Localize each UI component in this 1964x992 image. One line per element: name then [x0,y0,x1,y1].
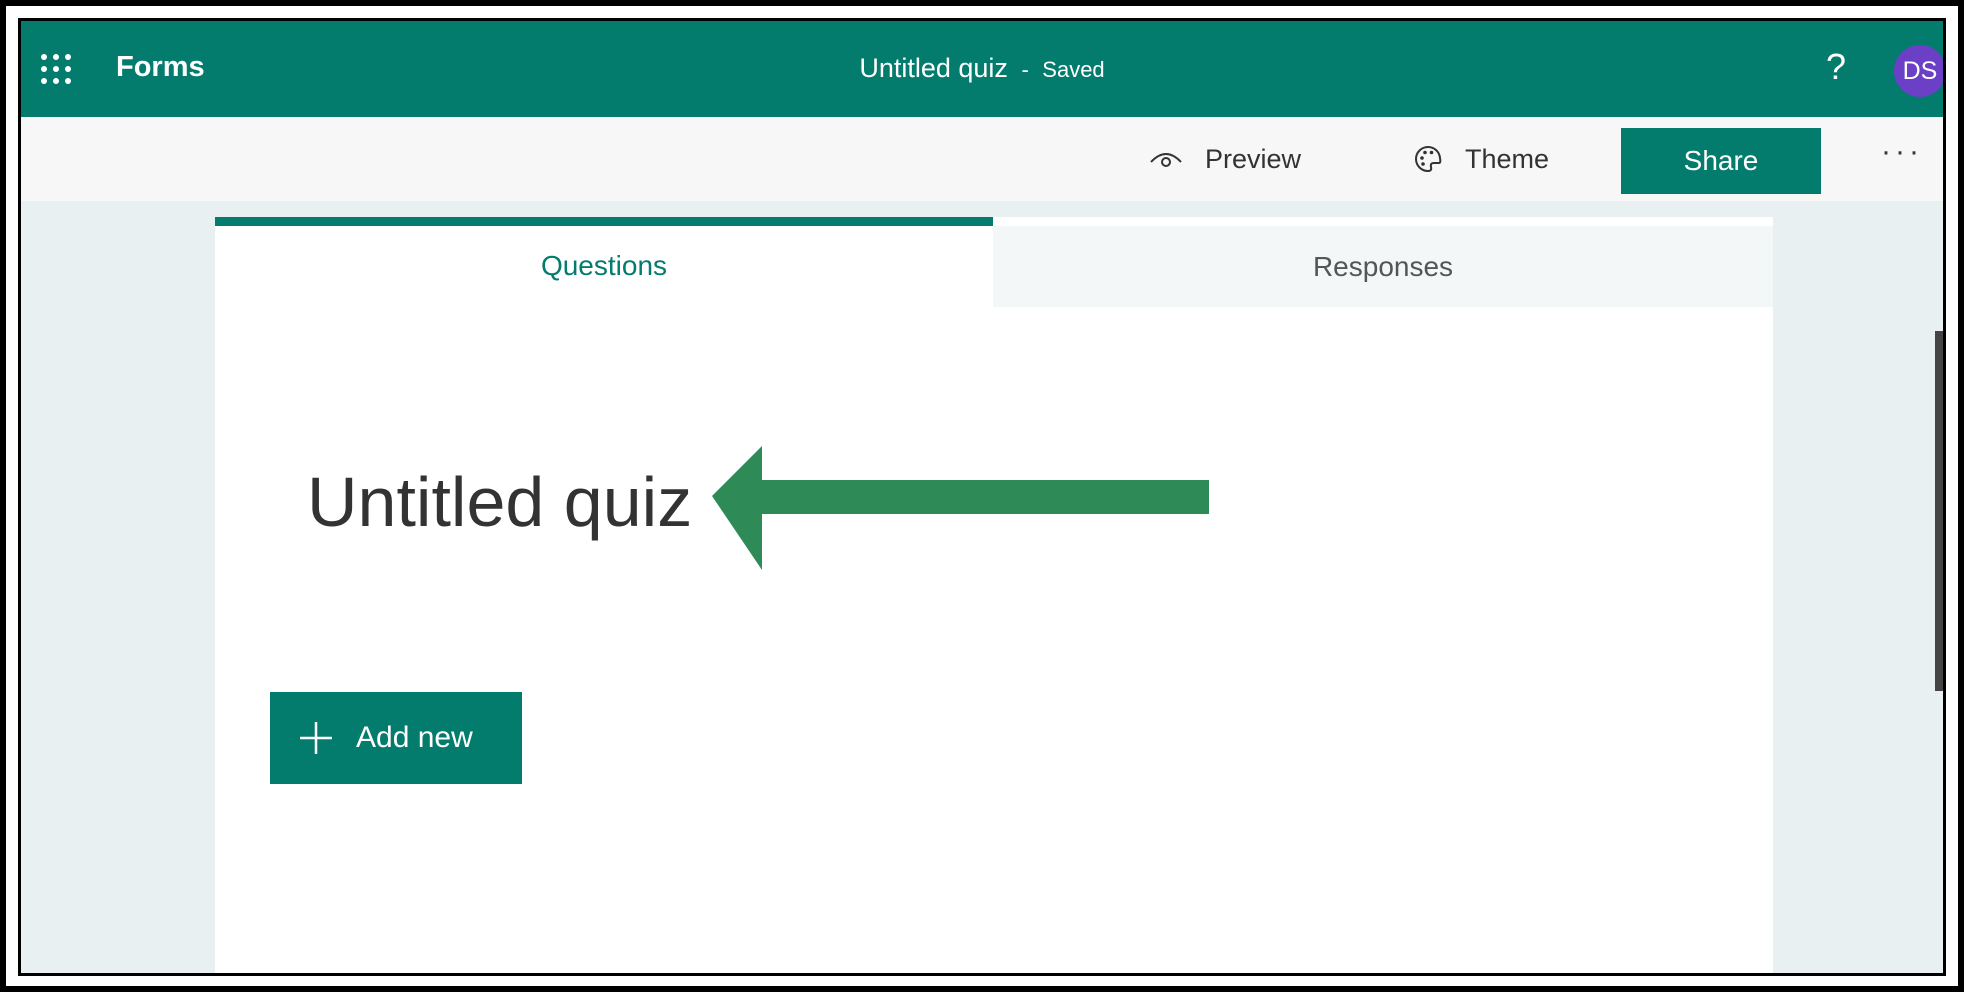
more-icon[interactable]: ··· [1881,135,1923,169]
preview-label: Preview [1205,143,1302,174]
command-bar: Preview Theme Share ··· [21,117,1943,201]
plus-icon [298,720,334,756]
app-window: Forms Untitled quiz - Saved ? DS Preview [18,18,1946,976]
tab-questions[interactable]: Questions [215,217,993,307]
form-title[interactable]: Untitled quiz [307,462,692,542]
arrow-left-icon [712,446,1209,570]
top-bar: Forms Untitled quiz - Saved ? DS [21,21,1943,117]
help-icon[interactable]: ? [1826,46,1846,88]
preview-button[interactable]: Preview [1149,139,1301,179]
avatar[interactable]: DS [1894,45,1943,97]
add-new-label: Add new [356,721,473,754]
scrollbar[interactable] [1935,331,1943,691]
theme-label: Theme [1465,143,1550,174]
palette-icon [1415,145,1442,173]
doc-title-area: Untitled quiz - Saved [21,53,1943,84]
theme-button[interactable]: Theme [1413,139,1549,179]
form-card: Questions Responses Untitled quiz Add ne… [215,217,1773,973]
doc-title[interactable]: Untitled quiz [859,53,1008,83]
screenshot-frame: Forms Untitled quiz - Saved ? DS Preview [0,0,1964,992]
add-new-button[interactable]: Add new [270,692,522,784]
share-button[interactable]: Share [1621,128,1821,194]
tab-responses[interactable]: Responses [993,226,1773,307]
save-status: Saved [1042,57,1105,82]
title-separator: - [1021,57,1029,82]
eye-icon [1150,153,1182,167]
